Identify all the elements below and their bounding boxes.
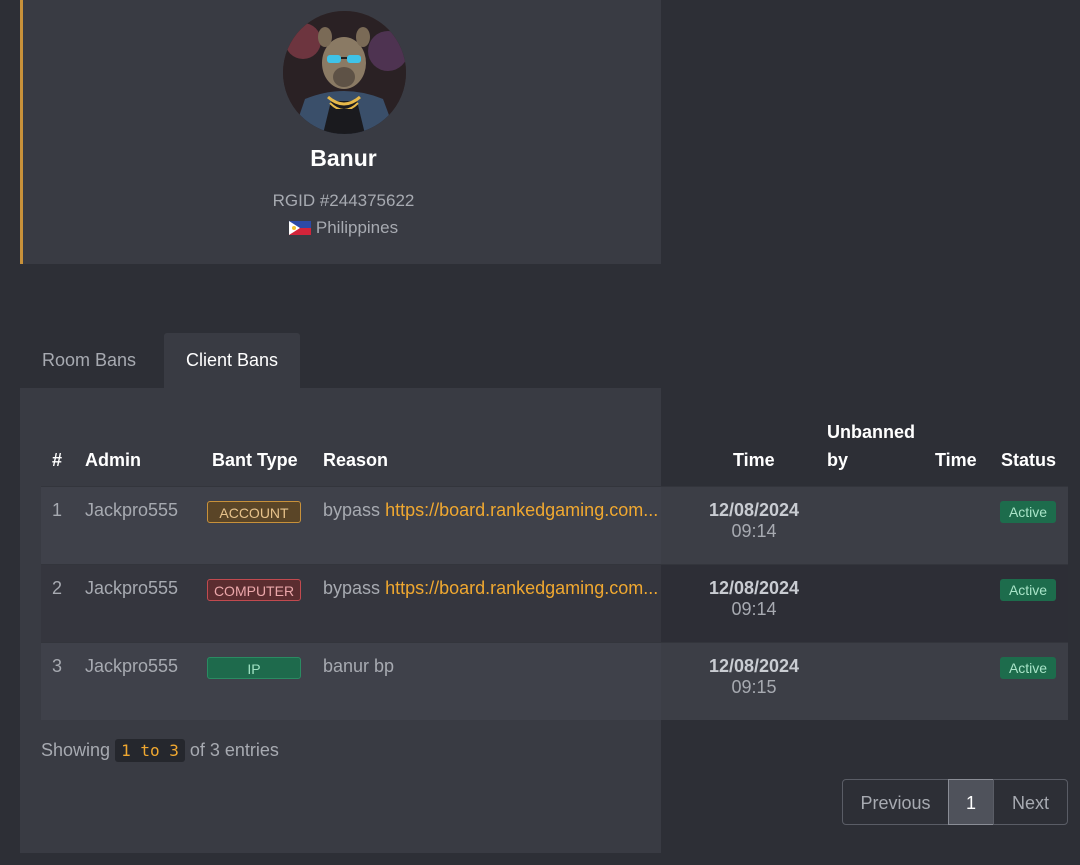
col-status[interactable]: Status [1001,450,1056,471]
row-number: 1 [52,500,63,520]
col-unbanned-by: by [827,450,849,470]
table-row: 3 Jackpro555 IP banur bp 12/08/2024 09:15… [41,642,1068,720]
table-row: 1 Jackpro555 ACCOUNT bypass https://boar… [41,486,1068,564]
status-badge: Active [1000,579,1056,601]
tab-room-bans[interactable]: Room Bans [22,333,156,388]
row-clock: 09:14 [731,599,777,619]
profile-card: Banur RGID #244375622 Philippines [20,0,661,264]
col-admin[interactable]: Admin [85,450,141,471]
row-date: 12/08/2024 [708,656,800,676]
col-reason[interactable]: Reason [323,450,388,471]
ban-type-badge: ACCOUNT [207,501,301,523]
row-admin: Jackpro555 [85,656,179,676]
profile-country: Philippines [23,218,664,238]
row-reason: bypass https://board.rankedgaming.com... [323,578,658,599]
entries-info: Showing 1 to 3 of 3 entries [41,739,279,762]
row-number: 3 [52,656,63,676]
status-badge: Active [1000,657,1056,679]
previous-page-button[interactable]: Previous [842,779,949,825]
row-admin: Jackpro555 [85,578,179,598]
entries-range: 1 to 3 [115,739,185,762]
philippines-flag-icon [288,221,311,235]
row-reason: bypass https://board.rankedgaming.com... [323,500,658,521]
client-bans-table: # Admin Bant Type Reason Time Unbanned b… [41,410,1068,720]
showing-prefix: Showing [41,740,111,760]
table-row: 2 Jackpro555 COMPUTER bypass https://boa… [41,564,1068,642]
reason-text: bypass [323,578,381,598]
row-date: 12/08/2024 [708,578,800,598]
page-1-button[interactable]: 1 [948,779,994,825]
row-time: 12/08/2024 09:14 [694,500,814,542]
col-ban-type[interactable]: Bant Type [212,450,298,471]
profile-rgid: RGID #244375622 [272,191,415,210]
col-number[interactable]: # [52,450,62,471]
row-admin: Jackpro555 [85,500,179,520]
ban-type-badge: COMPUTER [207,579,301,601]
status-badge: Active [1000,501,1056,523]
profile-name: Banur [310,145,377,171]
country-name: Philippines [315,218,399,237]
col-unbanned[interactable]: Unbanned [827,422,915,443]
row-time: 12/08/2024 09:15 [694,656,814,698]
showing-suffix: of 3 entries [189,740,279,760]
hyena-avatar[interactable] [283,11,406,134]
reason-link[interactable]: https://board.rankedgaming.com... [385,578,658,598]
col-time[interactable]: Time [733,450,775,471]
row-clock: 09:15 [731,677,777,697]
reason-text: bypass [323,500,381,520]
reason-text: banur bp [323,656,395,676]
row-date: 12/08/2024 [708,500,800,520]
row-reason: banur bp [323,656,394,677]
col-unban-time[interactable]: Time [935,450,977,471]
row-time: 12/08/2024 09:14 [694,578,814,620]
row-clock: 09:14 [731,521,777,541]
next-page-button[interactable]: Next [993,779,1068,825]
tab-client-bans[interactable]: Client Bans [164,333,300,388]
row-number: 2 [52,578,63,598]
reason-link[interactable]: https://board.rankedgaming.com... [385,500,658,520]
table-header: # Admin Bant Type Reason Time Unbanned b… [41,410,1068,486]
ban-type-badge: IP [207,657,301,679]
